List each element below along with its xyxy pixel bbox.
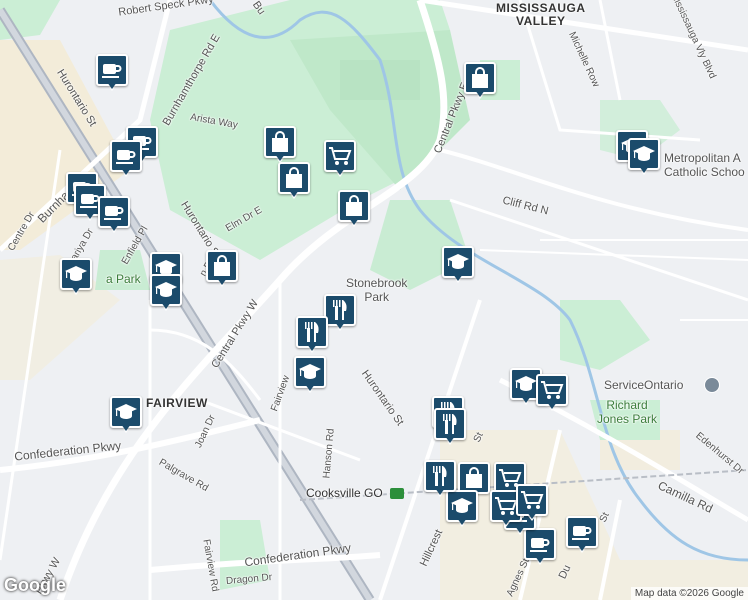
map-marker[interactable]: [424, 460, 456, 502]
map-marker[interactable]: [536, 374, 568, 416]
park-label-partial: a Park: [106, 272, 141, 286]
map-marker[interactable]: [566, 516, 598, 558]
map-marker[interactable]: [150, 274, 182, 316]
map-marker[interactable]: [296, 316, 328, 358]
go-station-icon: [390, 488, 404, 499]
map-marker[interactable]: [324, 294, 356, 336]
area-label-fairview: FAIRVIEW: [146, 396, 208, 410]
park-label-richard-jones[interactable]: Richard Jones Park: [597, 398, 657, 426]
map-marker[interactable]: [442, 246, 474, 288]
map-marker[interactable]: [464, 62, 496, 104]
transit-label-cooksville-go[interactable]: Cooksville GO: [306, 486, 383, 500]
map-marker[interactable]: [324, 140, 356, 182]
map-marker[interactable]: [628, 138, 660, 180]
map-marker[interactable]: [110, 140, 142, 182]
area-label-mississauga-valley: MISSISSAUGA VALLEY: [496, 1, 586, 28]
map-marker[interactable]: [96, 54, 128, 96]
map-marker[interactable]: [206, 250, 238, 292]
map-canvas[interactable]: MISSISSAUGA VALLEY FAIRVIEW Stonebrook P…: [0, 0, 748, 600]
poi-label-service-ontario[interactable]: ServiceOntario: [604, 378, 683, 392]
map-marker[interactable]: [434, 408, 466, 450]
map-marker[interactable]: [110, 396, 142, 438]
map-attribution[interactable]: Map data ©2026 Google: [630, 587, 748, 600]
map-marker[interactable]: [98, 196, 130, 238]
map-marker[interactable]: [278, 162, 310, 204]
google-logo: Google: [4, 575, 66, 595]
map-marker[interactable]: [60, 258, 92, 300]
school-label-metropolitan[interactable]: Metropolitan A Catholic Schoo: [664, 151, 745, 179]
government-icon: [704, 377, 720, 393]
map-marker[interactable]: [516, 484, 548, 526]
map-marker[interactable]: [294, 356, 326, 398]
map-marker[interactable]: [338, 190, 370, 232]
